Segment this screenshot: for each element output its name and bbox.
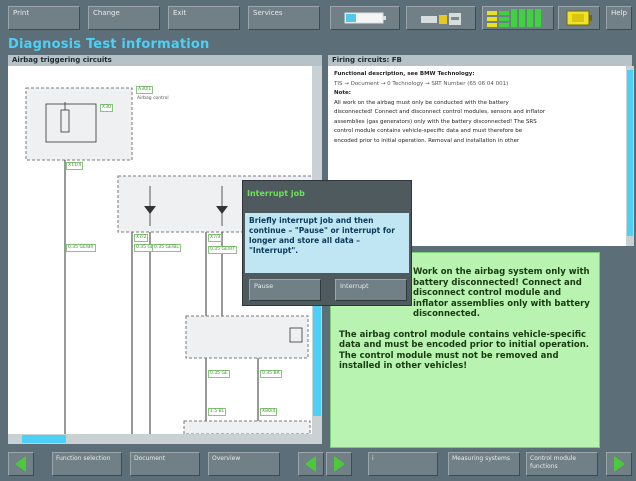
description-line: assemblies (gas generators) only with th… [334, 118, 537, 125]
interrupt-dialog: Interrupt job Briefly interrupt job and … [242, 180, 412, 306]
arrow-right-icon [334, 456, 345, 472]
warning-text-2: The airbag control module contains vehic… [339, 329, 590, 372]
overview-button[interactable]: Overview [208, 452, 280, 476]
info-button[interactable]: i [368, 452, 438, 476]
services-button[interactable]: Services [248, 6, 320, 30]
control-module-functions-button[interactable]: Control module functions [526, 452, 598, 476]
description-line: disconnected! Connect and disconnect con… [334, 109, 546, 115]
connection-status-button[interactable] [406, 6, 476, 30]
exit-button[interactable]: Exit [168, 6, 240, 30]
battery-status-button[interactable] [330, 6, 400, 30]
interrupt-button[interactable]: Interrupt [335, 279, 407, 301]
description-line: Note: [334, 90, 351, 96]
wire-label-4: 0.35 GE/RT [208, 246, 237, 254]
wire-label-1: 0.35 GE/BR [66, 244, 96, 252]
vehicle-status-button[interactable] [558, 6, 600, 30]
description-line: control module contains vehicle-specific… [334, 128, 523, 134]
arrow-left-icon [305, 456, 316, 472]
description-line: Functional description, see BMW Technolo… [334, 71, 475, 77]
pause-button[interactable]: Pause [249, 279, 321, 301]
label-x11: X11/4 [66, 162, 84, 170]
signal-status-button[interactable] [482, 6, 554, 30]
right-vertical-scrollbar[interactable] [626, 66, 634, 246]
right-panel-title: Firing circuits: FB [328, 55, 632, 66]
function-selection-button[interactable]: Function selection [52, 452, 122, 476]
previous-page-button[interactable] [298, 452, 324, 476]
back-button[interactable] [8, 452, 34, 476]
connector-icon [421, 13, 461, 25]
wire-label-5: 0.35 GE [208, 370, 230, 378]
label-x7-2: X7/2 [134, 234, 149, 242]
page-title: Diagnosis Test information [8, 37, 210, 52]
right-vertical-scroll-thumb[interactable] [627, 70, 633, 236]
measuring-systems-button[interactable]: Measuring systems [448, 452, 520, 476]
label-wire-bl: 1.5 BL [208, 408, 227, 416]
arrow-left-icon [15, 456, 26, 472]
signal-bars-icon [487, 9, 541, 27]
document-button[interactable]: Document [130, 452, 200, 476]
next-page-button[interactable] [326, 452, 352, 476]
arrow-right-icon [614, 456, 625, 472]
label-x30: X30 [100, 104, 113, 112]
battery-yellow-icon [566, 10, 592, 26]
dialog-title: Interrupt job [247, 189, 305, 198]
label-control-module: Airbag control [136, 96, 170, 102]
battery-icon [344, 12, 386, 24]
wire-label-3: 0.35 GE/BL [152, 244, 181, 252]
print-button[interactable]: Print [8, 6, 80, 30]
left-vertical-scroll-thumb[interactable] [313, 306, 321, 416]
description-line: TIS → Document → 0 Technology → SRT Numb… [334, 80, 509, 87]
warning-text-1: Work on the airbag system only with batt… [413, 267, 590, 319]
description-line: encoded prior to initial operation. Remo… [334, 137, 520, 144]
forward-button[interactable] [606, 452, 632, 476]
dialog-message: Briefly interrupt job and then continue … [245, 213, 409, 273]
label-x80: X80/4 [260, 408, 278, 416]
left-horizontal-scroll-thumb[interactable] [22, 435, 66, 443]
left-horizontal-scrollbar[interactable] [8, 434, 322, 444]
wire-label-6: 0.35 BR [260, 370, 282, 378]
change-button[interactable]: Change [88, 6, 160, 30]
label-x7-3: X7/3 [208, 234, 223, 242]
left-panel-title: Airbag triggering circuits [8, 55, 322, 66]
description-line: All work on the airbag must only be cond… [334, 99, 509, 106]
help-button[interactable]: Help [606, 6, 632, 30]
label-a30: A30/1 [136, 86, 154, 94]
